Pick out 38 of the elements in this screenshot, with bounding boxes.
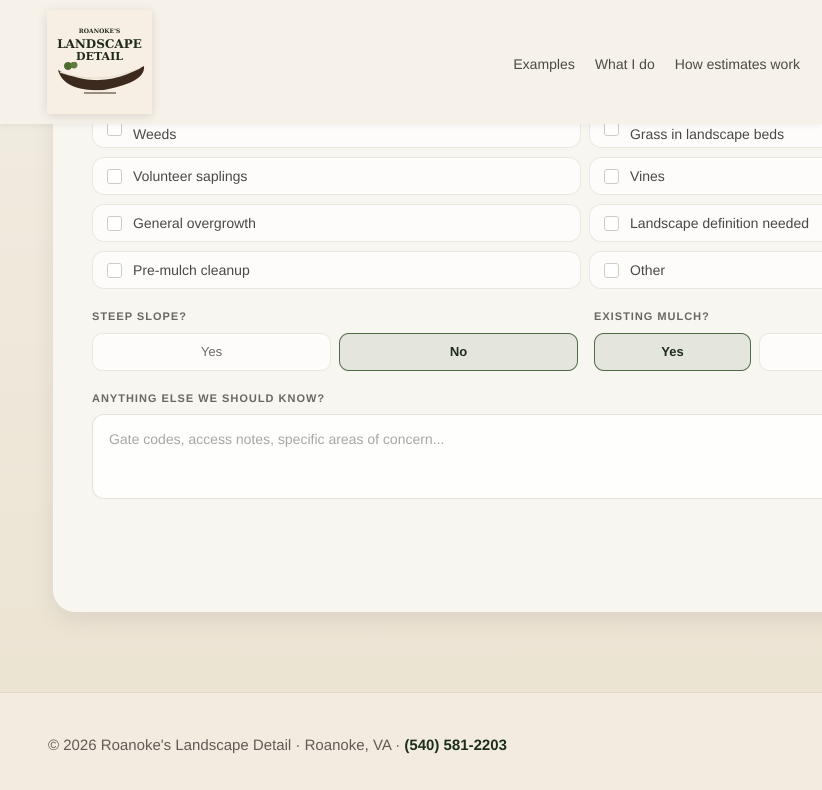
issue-label: Grass in landscape beds — [630, 125, 784, 144]
field-label: ANYTHING ELSE WE SHOULD KNOW? — [92, 392, 326, 406]
nav-link[interactable]: How estimates work — [674, 54, 800, 75]
issue-option[interactable]: Volunteer saplings — [92, 157, 581, 195]
option-button[interactable]: No — [339, 332, 578, 370]
notes-field[interactable]: Gate codes, access notes, specific areas of concern... — [92, 414, 822, 499]
field-label: STEEP SLOPE? — [92, 310, 188, 325]
footer-text: © 2026 Roanoke's Landscape Detail · Roanoke, VA · (540) 581-2203 — [48, 736, 508, 756]
issue-label: Pre-mulch cleanup — [133, 260, 250, 280]
checkbox[interactable] — [604, 262, 619, 278]
checkbox[interactable] — [604, 216, 619, 230]
option-button[interactable]: Yes — [594, 332, 751, 370]
logo-title-text: LANDSCAPE — [57, 38, 142, 50]
issue-option[interactable]: Pre-mulch cleanup — [92, 251, 581, 289]
checkbox[interactable] — [604, 168, 619, 184]
issue-label: Other — [630, 260, 666, 280]
checkbox[interactable] — [107, 262, 122, 278]
checkbox[interactable] — [107, 216, 122, 230]
issue-option[interactable]: Vines — [589, 157, 822, 195]
nav-link[interactable]: Examples — [513, 54, 575, 75]
logo-subtitle-text: DETAIL — [76, 50, 123, 62]
issue-option[interactable]: Other — [589, 251, 822, 289]
issue-label: Landscape definition needed — [630, 214, 810, 233]
issue-label: Volunteer saplings — [133, 166, 248, 186]
issue-label: Weeds — [133, 125, 176, 144]
checkbox[interactable] — [107, 124, 122, 136]
nav-link[interactable]: What I do — [594, 54, 655, 75]
issue-label: General overgrowth — [133, 214, 256, 233]
issue-option[interactable]: Landscape definition needed — [589, 204, 822, 242]
issue-option[interactable]: Grass in landscape beds — [589, 124, 822, 148]
checkbox[interactable] — [107, 168, 122, 184]
option-button[interactable]: Yes — [92, 332, 331, 370]
phone-link[interactable]: (540) 581-2203 — [404, 737, 507, 754]
field-label: EXISTING MULCH? — [594, 310, 711, 325]
issue-label: Vines — [630, 166, 665, 186]
issue-option[interactable]: Weeds — [92, 124, 581, 148]
checkbox[interactable] — [604, 124, 619, 136]
issue-option[interactable]: General overgrowth — [92, 204, 581, 242]
